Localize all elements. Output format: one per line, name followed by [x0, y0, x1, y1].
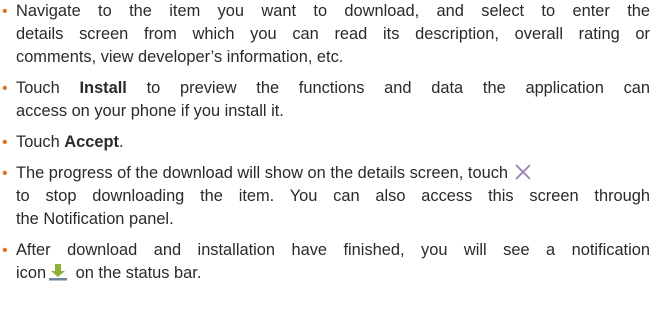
- item-text-line: Navigate to the item you want to downloa…: [16, 2, 650, 20]
- close-icon: [515, 164, 531, 180]
- item-text-line: icon on the status bar.: [16, 262, 650, 285]
- item-text-line: details screen from which you can read i…: [16, 25, 650, 43]
- text-segment: The progress of the download will show o…: [16, 164, 508, 182]
- instruction-list: • Navigate to the item you want to downl…: [0, 0, 653, 309]
- text-suffix: on the status bar.: [71, 264, 202, 282]
- item-text-line: the Notification panel.: [16, 210, 174, 228]
- bullet-dot: •: [2, 3, 8, 20]
- item-text-line: Touch Install to preview the functions a…: [16, 77, 650, 100]
- bullet-dot: •: [2, 165, 8, 182]
- item-text-line: After download and installation have fin…: [16, 241, 650, 259]
- bullet-dot: •: [2, 134, 8, 151]
- item-text-line: The progress of the download will show o…: [16, 162, 650, 185]
- download-arrow-icon: [48, 263, 68, 281]
- bullet-dot: •: [2, 242, 8, 259]
- text-suffix: to preview the functions and data the ap…: [126, 79, 650, 97]
- item-text-line: access on your phone if you install it.: [16, 102, 284, 120]
- text-suffix: .: [118, 133, 124, 151]
- item-text-line: Touch Accept.: [16, 131, 650, 154]
- item-text-line: comments, view developer’s information, …: [16, 48, 344, 66]
- install-keyword: Install: [79, 79, 127, 97]
- text-prefix: icon: [16, 264, 47, 282]
- item-text-line: to stop downloading the item. You can al…: [16, 187, 650, 205]
- text-prefix: Touch: [16, 79, 80, 97]
- bullet-dot: •: [2, 80, 8, 97]
- accept-keyword: Accept: [64, 133, 119, 151]
- text-prefix: Touch: [16, 133, 65, 151]
